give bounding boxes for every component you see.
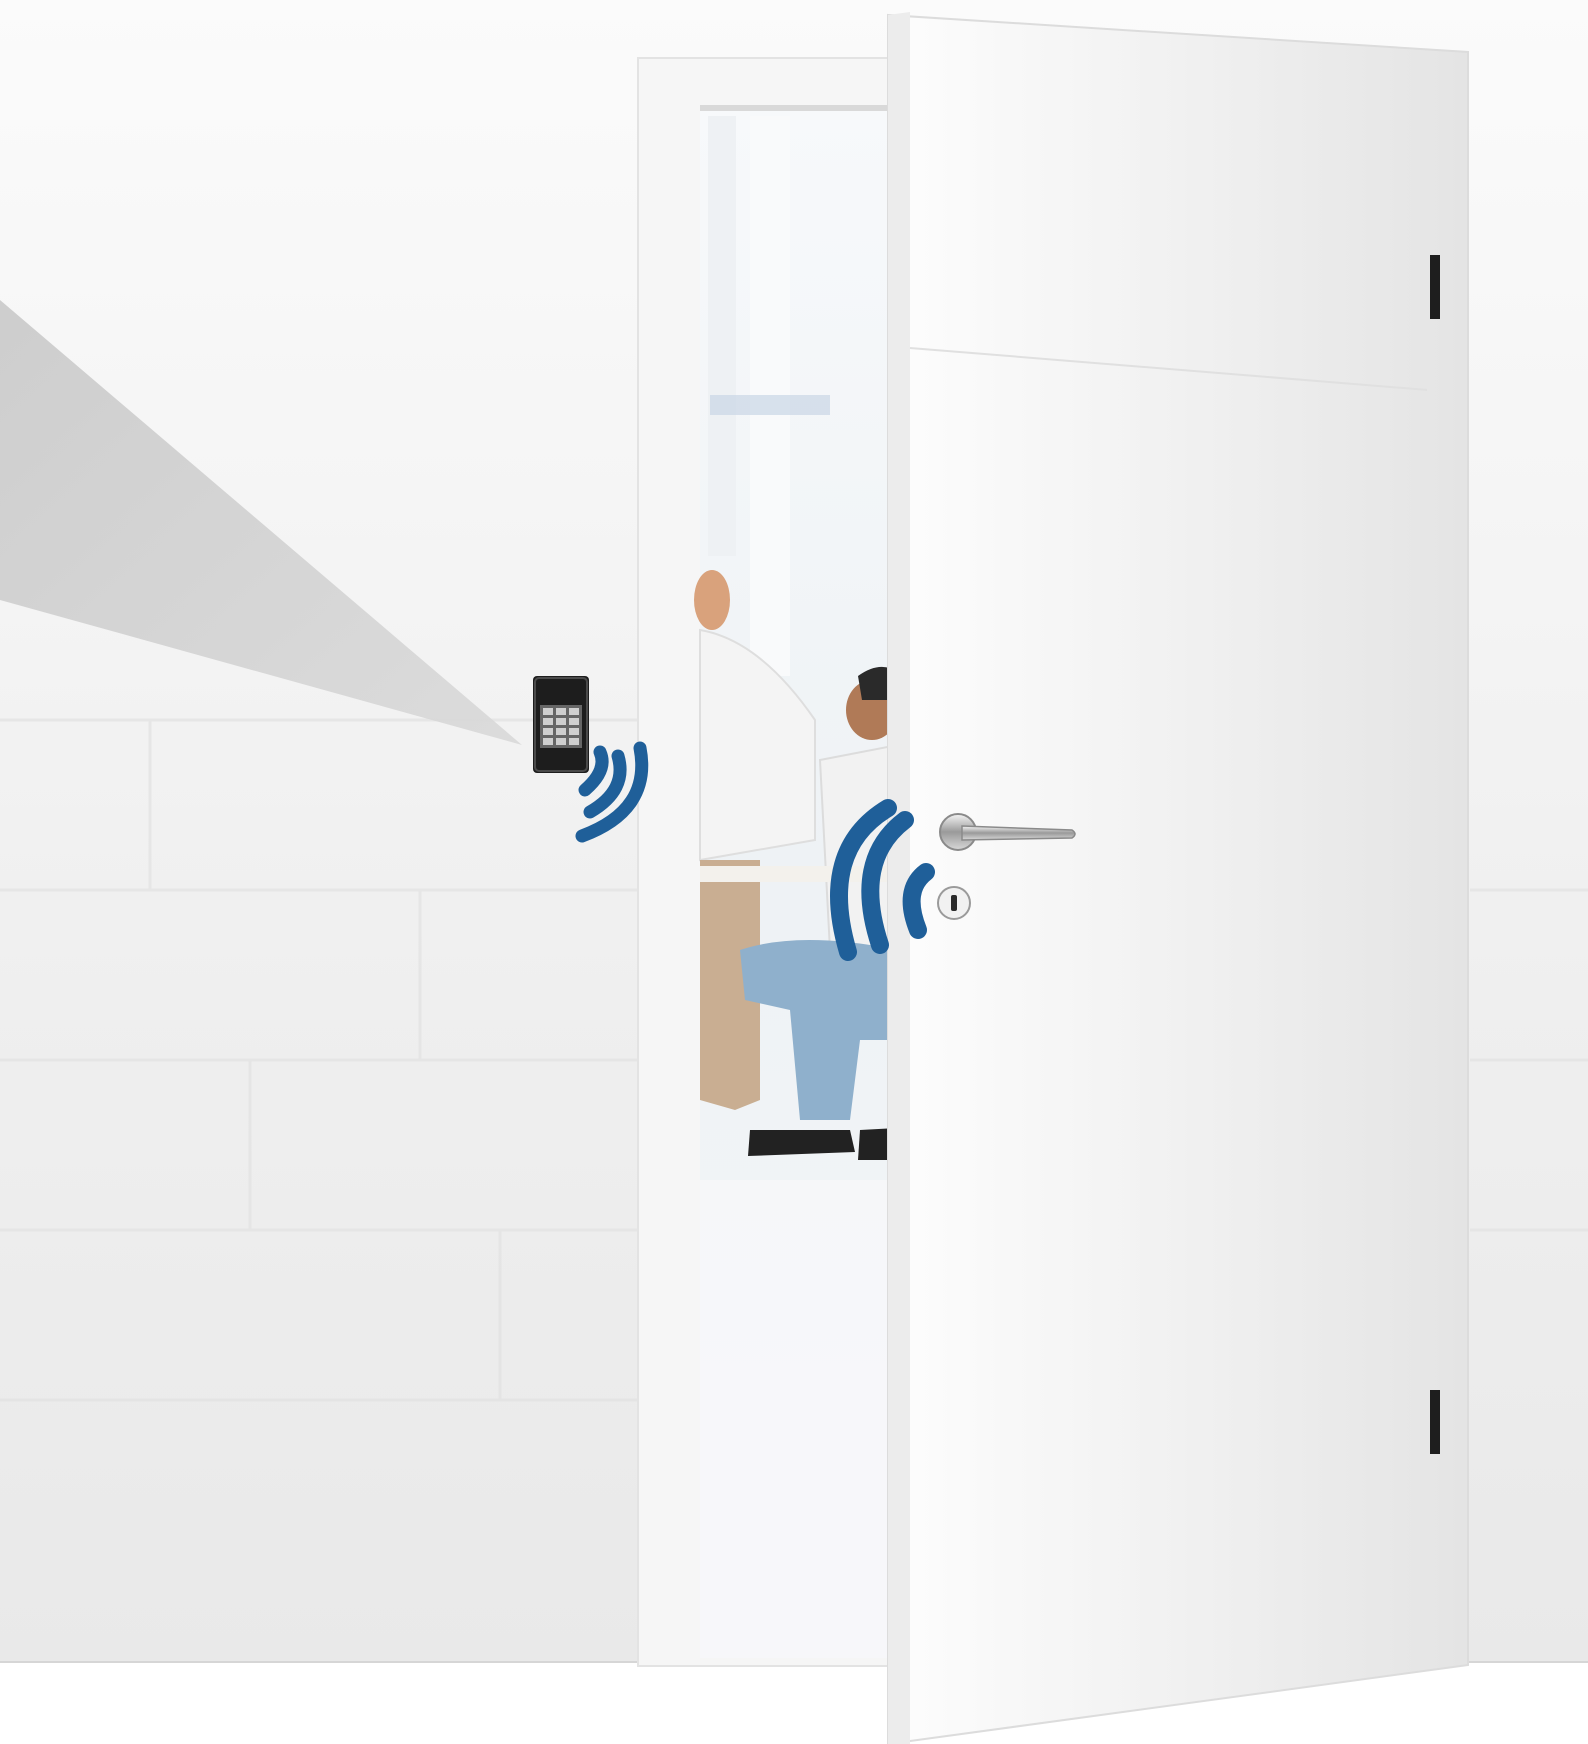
lower-hinge: [1430, 1390, 1440, 1454]
keyhole-icon: [937, 886, 971, 920]
door-leaf: [887, 12, 1469, 1744]
access-control-scene: [0, 0, 1588, 1744]
keypad-reader-icon[interactable]: [533, 676, 589, 773]
upper-hinge: [1430, 255, 1440, 319]
illustration: [0, 0, 1588, 1744]
